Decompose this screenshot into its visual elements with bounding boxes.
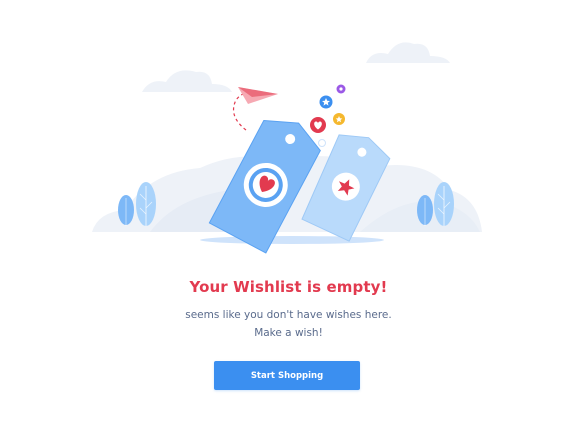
- dot-decoration: [318, 139, 326, 147]
- ground-shadow: [200, 236, 384, 244]
- empty-wishlist-message: seems like you don't have wishes here.: [185, 309, 392, 321]
- star-badge-icon: [319, 95, 333, 109]
- cloud-icon: [366, 42, 450, 63]
- cloud-icon: [142, 70, 232, 92]
- star-badge-icon: [333, 113, 345, 125]
- empty-wishlist-title: Your Wishlist is empty!: [189, 278, 388, 296]
- empty-wishlist-illustration: [92, 42, 482, 254]
- heart-badge-icon: [310, 117, 326, 133]
- paper-plane-icon: [238, 87, 278, 104]
- make-a-wish-text: Make a wish!: [254, 327, 323, 339]
- start-shopping-button[interactable]: Start Shopping: [214, 361, 360, 390]
- star-badge-icon: [336, 84, 346, 94]
